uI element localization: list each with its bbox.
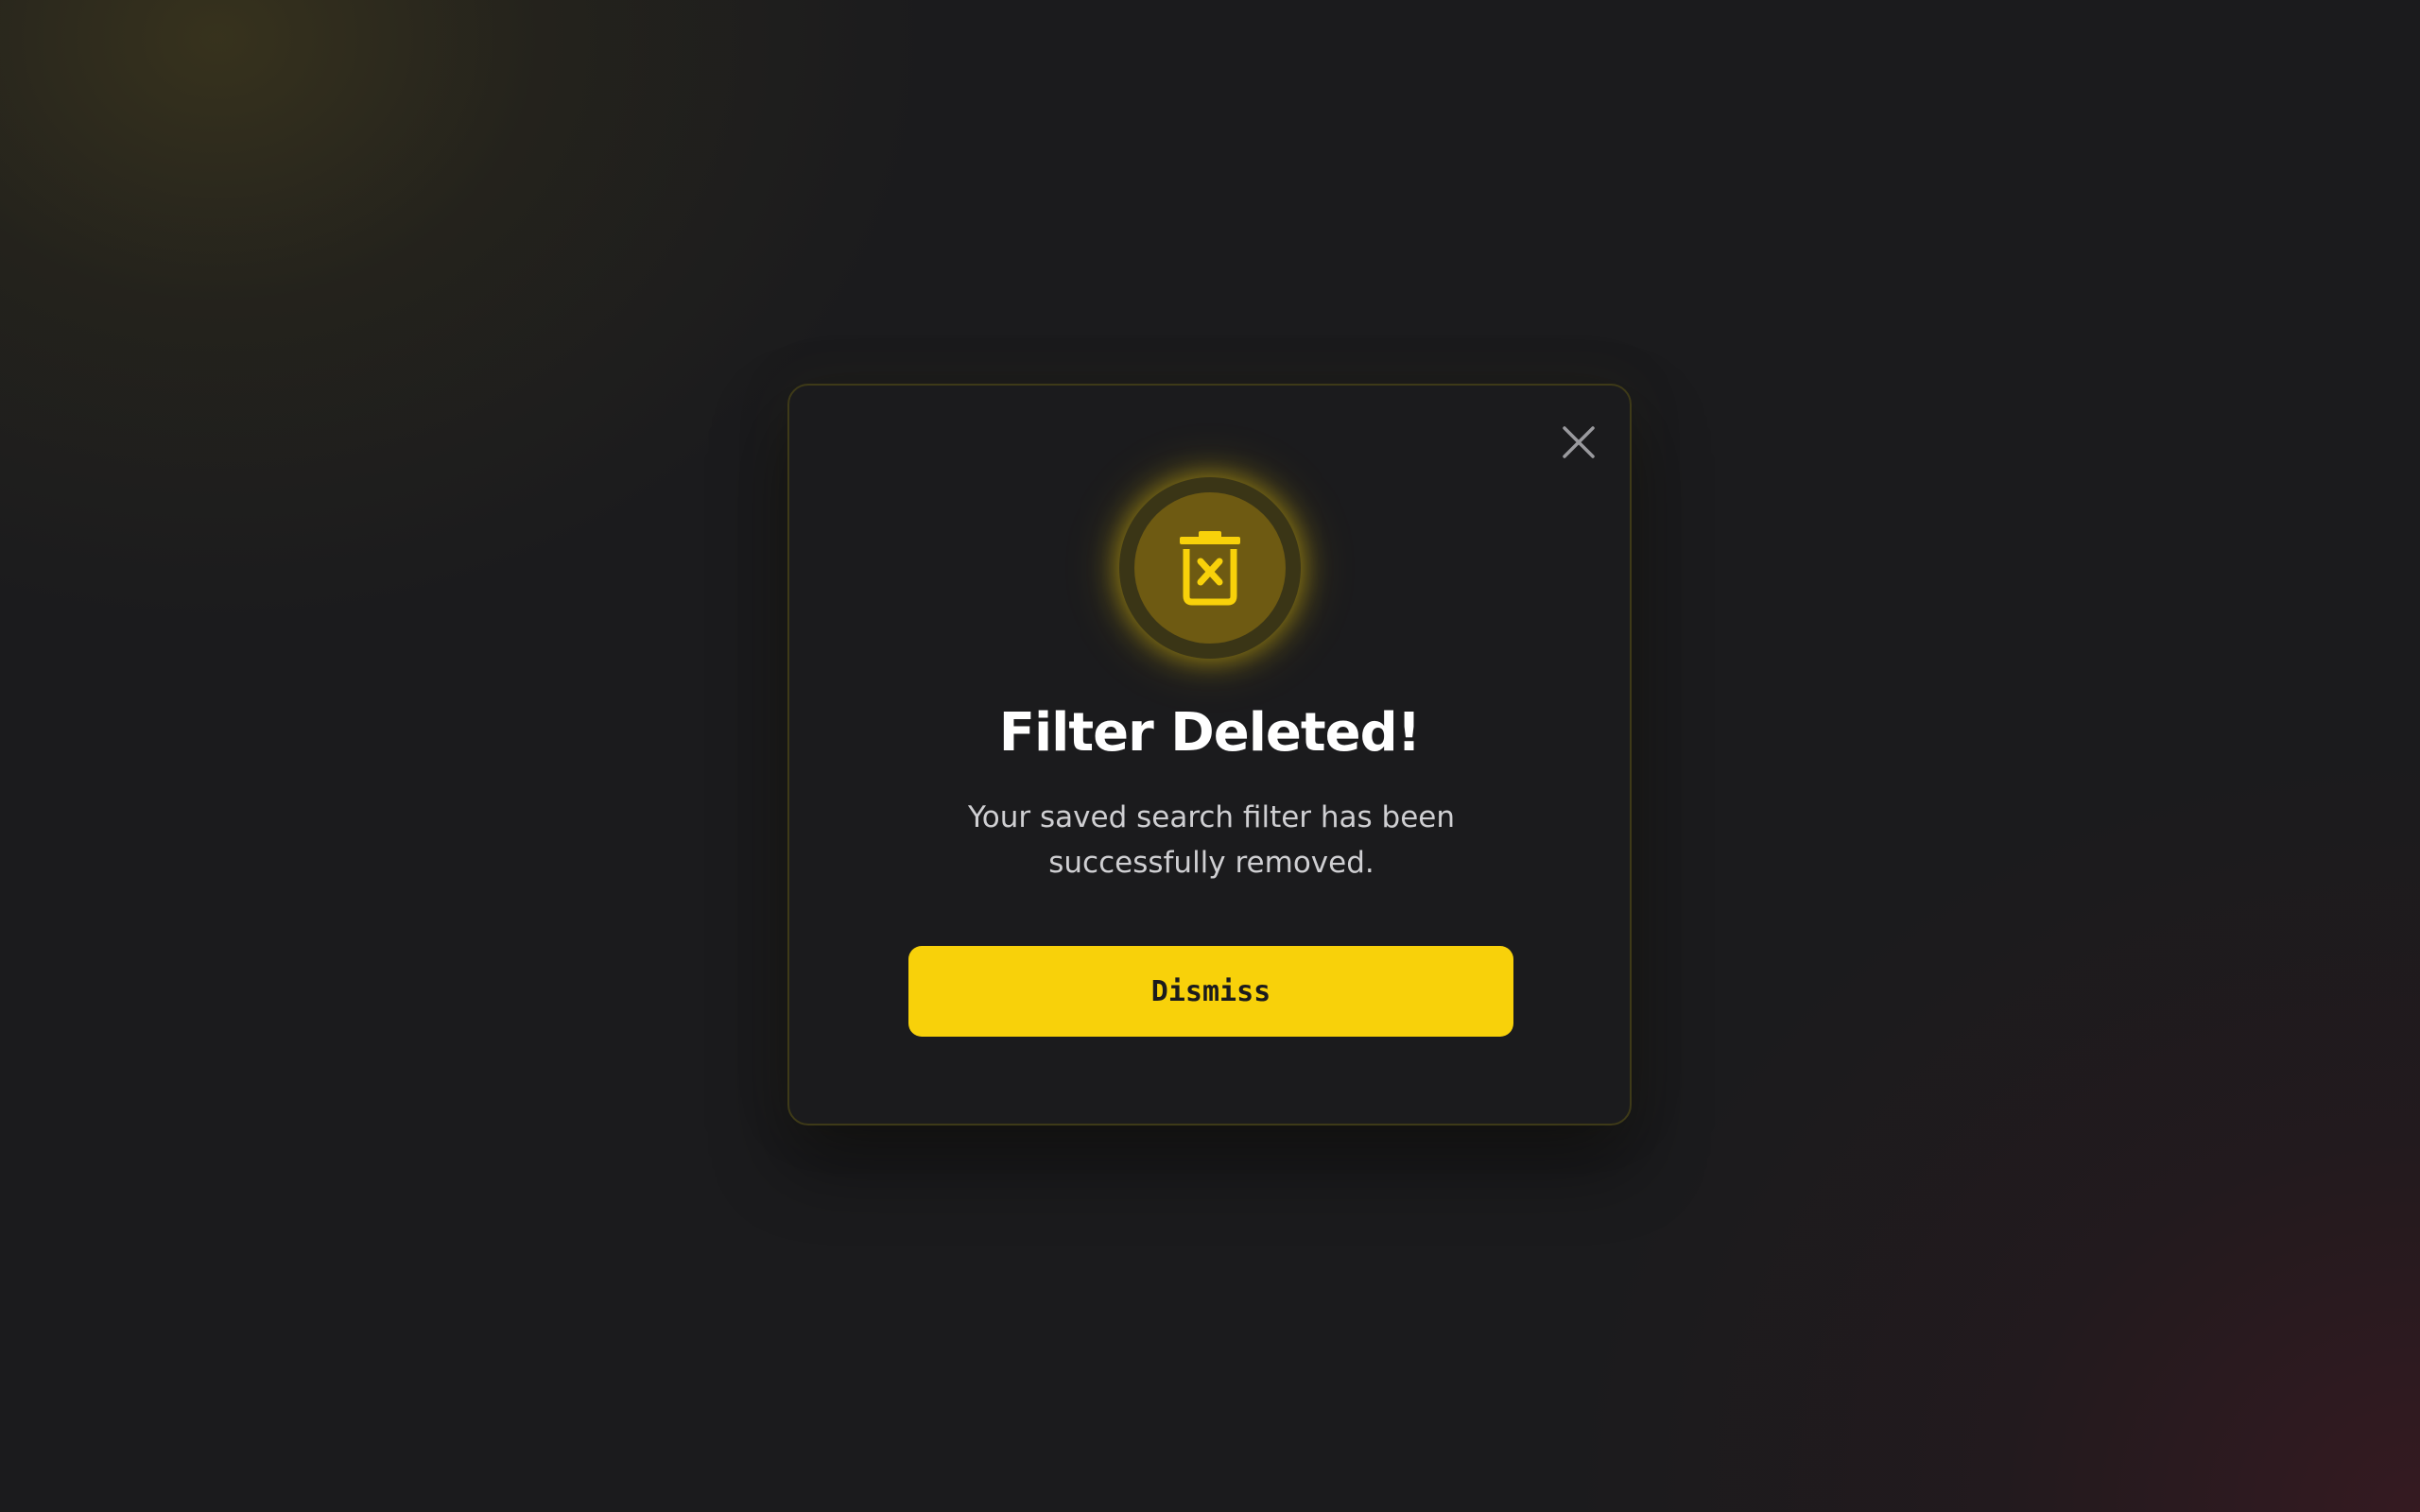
close-icon[interactable]: [1560, 423, 1598, 461]
close-button[interactable]: [1560, 423, 1598, 461]
status-icon-circle: [1134, 492, 1286, 644]
dismiss-button[interactable]: Dismiss: [908, 946, 1513, 1037]
trash-x-icon: [1180, 531, 1240, 606]
dialog-message: Your saved search filter has been succes…: [967, 800, 1456, 880]
filter-deleted-dialog: Filter Deleted! Your saved search filter…: [787, 384, 1632, 1125]
status-icon-badge: [1119, 477, 1301, 659]
dialog-title: Filter Deleted!: [998, 702, 1422, 764]
